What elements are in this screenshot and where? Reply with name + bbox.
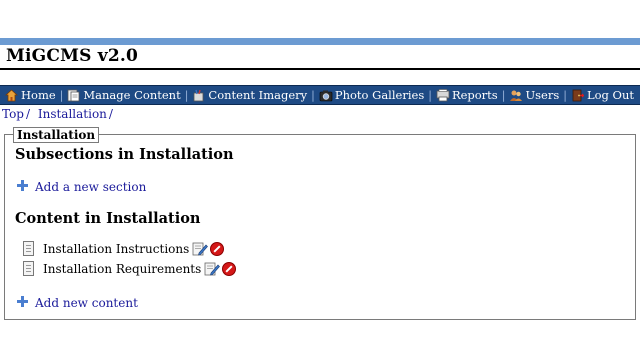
nav-home[interactable]: Home xyxy=(4,88,56,102)
nav-users[interactable]: Users xyxy=(509,88,559,102)
breadcrumb: Top / Installation / xyxy=(2,107,113,121)
manage-content-icon xyxy=(67,89,80,102)
content-item-title[interactable]: Installation Requirements xyxy=(43,262,201,276)
nav-separator: | xyxy=(428,88,432,102)
plus-icon xyxy=(17,179,28,191)
delete-icon[interactable] xyxy=(210,241,225,256)
nav-manage-content-label: Manage Content xyxy=(83,88,181,102)
nav-separator: | xyxy=(184,88,189,102)
nav-manage-content[interactable]: Manage Content xyxy=(67,88,181,102)
nav-separator: | xyxy=(59,88,64,102)
nav-reports-label: Reports xyxy=(451,88,498,102)
content-item: Installation Requirements xyxy=(23,261,237,276)
nav-photo-galleries[interactable]: Photo Galleries xyxy=(319,88,424,102)
nav-reports[interactable]: Reports xyxy=(436,88,498,102)
nav-log-out-label: Log Out xyxy=(586,88,635,102)
browser-top-margin xyxy=(0,0,640,38)
nav-content-imagery[interactable]: Content Imagery xyxy=(192,88,307,102)
nav-separator: | xyxy=(311,88,315,102)
nav-log-out[interactable]: Log Out xyxy=(571,88,634,102)
logout-icon xyxy=(571,89,585,102)
reports-icon xyxy=(436,88,450,102)
breadcrumb-top[interactable]: Top xyxy=(2,107,24,121)
nav-photo-galleries-label: Photo Galleries xyxy=(334,88,425,102)
breadcrumb-installation[interactable]: Installation xyxy=(38,107,107,121)
document-icon xyxy=(23,241,34,256)
add-content-label: Add new content xyxy=(35,296,138,310)
panel-legend: Installation xyxy=(13,127,100,143)
main-nav: Home | Manage Content | Content Imagery … xyxy=(0,85,640,105)
add-section-label: Add a new section xyxy=(35,180,147,194)
users-icon xyxy=(509,89,523,102)
camera-icon xyxy=(319,89,333,102)
edit-icon[interactable] xyxy=(204,262,221,276)
nav-content-imagery-label: Content Imagery xyxy=(208,88,308,102)
nav-separator: | xyxy=(563,88,567,102)
content-item-title[interactable]: Installation Instructions xyxy=(43,242,189,256)
edit-icon[interactable] xyxy=(192,242,209,256)
nav-separator: | xyxy=(501,88,506,102)
nav-users-label: Users xyxy=(525,88,560,102)
installation-panel: Installation Subsections in Installation… xyxy=(4,127,636,320)
delete-icon[interactable] xyxy=(222,261,237,276)
add-section-link[interactable]: Add a new section xyxy=(17,179,147,194)
plus-icon xyxy=(17,295,28,307)
document-icon xyxy=(23,261,34,276)
accent-bar xyxy=(0,38,640,45)
content-imagery-icon xyxy=(192,89,205,102)
content-item: Installation Instructions xyxy=(23,241,225,256)
content-heading: Content in Installation xyxy=(15,210,201,227)
home-icon xyxy=(4,88,19,102)
subsections-heading: Subsections in Installation xyxy=(15,146,234,163)
nav-home-label: Home xyxy=(21,88,56,102)
add-content-link[interactable]: Add new content xyxy=(17,295,138,310)
app-title: MiGCMS v2.0 xyxy=(0,45,640,70)
